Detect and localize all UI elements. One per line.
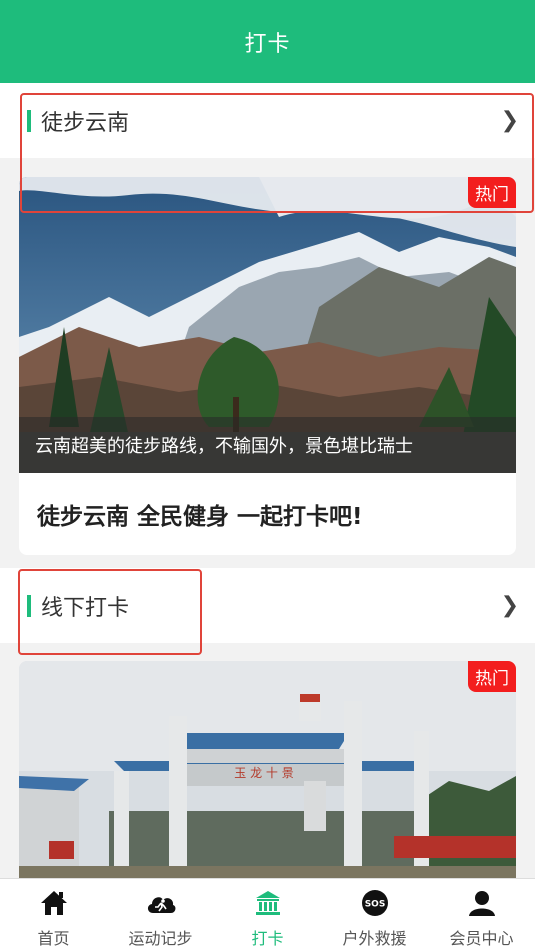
section-title: 徒步云南 [41,110,130,136]
tab-step-counter[interactable]: 运动记步 [107,879,214,951]
card-title: 徒步云南 全民健身 一起打卡吧! [37,504,363,530]
image-caption: 云南超美的徒步路线，不输国外，景色堪比瑞士 [19,417,516,473]
tab-label: 运动记步 [128,929,193,948]
section-title: 线下打卡 [41,595,130,621]
hot-badge: 热门 [468,177,516,208]
tab-label: 打卡 [251,929,284,948]
user-icon [466,887,498,919]
tab-label: 首页 [37,929,70,948]
tab-outdoor-rescue[interactable]: SOS 户外救援 [321,879,428,951]
tab-label: 会员中心 [449,929,514,948]
tab-checkin[interactable]: 打卡 [214,879,321,951]
chevron-right-icon[interactable]: ❯ [501,593,519,618]
app-header: 打卡 [0,0,535,83]
sos-icon: SOS [359,887,391,919]
bottom-tab-bar: 首页 运动记步 打卡 SOS 户外救援 会员中心 [0,878,535,951]
home-icon [38,887,70,919]
svg-text:SOS: SOS [364,900,385,910]
tab-member-center[interactable]: 会员中心 [428,879,535,951]
page-title: 打卡 [244,31,291,57]
gate-image: 玉 龙 十 景 热门 [19,661,516,878]
section-header-hiking[interactable]: 徒步云南 ❯ [0,83,535,158]
tab-label: 户外救援 [342,929,407,948]
running-cloud-icon [145,887,177,919]
hiking-card[interactable]: 热门 云南超美的徒步路线，不输国外，景色堪比瑞士 徒步云南 全民健身 一起打卡吧… [19,177,516,555]
section-accent-bar [27,109,31,132]
gate-inscription: 玉 龙 十 景 [234,766,293,780]
section-header-checkin[interactable]: 线下打卡 ❯ [0,568,535,643]
landmark-icon [252,887,284,919]
chevron-right-icon[interactable]: ❯ [501,108,519,133]
section-accent-bar [27,594,31,617]
memorial-gate-illustration: 玉 龙 十 景 [19,661,516,878]
tab-home[interactable]: 首页 [0,879,107,951]
hot-badge: 热门 [468,661,516,692]
mountain-image: 热门 云南超美的徒步路线，不输国外，景色堪比瑞士 [19,177,516,473]
checkin-card[interactable]: 玉 龙 十 景 热门 [19,661,516,878]
